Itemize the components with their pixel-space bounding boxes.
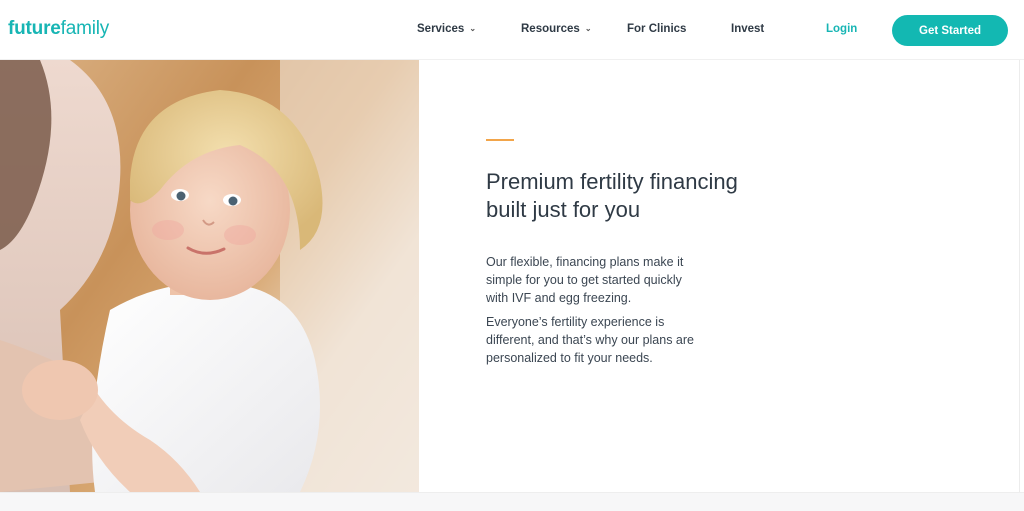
nav-resources-label: Resources [521,23,580,35]
hero-photo [0,60,419,492]
login-label: Login [826,23,858,35]
para1-line1: Our flexible, financing plans make it [486,255,684,269]
next-section-edge [0,492,1024,511]
get-started-label: Get Started [919,24,981,37]
child-photo-illustration [0,60,419,492]
login-link[interactable]: Login [826,23,857,35]
accent-line [486,139,514,141]
nav-for-clinics-label: For Clinics [627,23,687,35]
para2-line3: personalized to fit your needs. [486,351,653,365]
hero-paragraph-1: Our flexible, financing plans make it si… [486,253,736,307]
chevron-down-icon: ⌄ [584,23,592,33]
hero-headline-line2: built just for you [486,197,641,222]
para2-line2: different, and that’s why our plans are [486,333,695,347]
para1-line3: with IVF and egg freezing. [486,291,632,305]
chevron-down-icon: ⌄ [469,23,477,33]
logo-family: family [60,18,110,39]
hero-paragraph-2: Everyone’s fertility experience is diffe… [486,313,736,367]
site-header: future family Services ⌄ Resources ⌄ For … [0,0,1024,60]
content-divider [1019,60,1020,492]
hero-headline-line1: Premium fertility financing [486,169,738,194]
get-started-button[interactable]: Get Started [892,15,1008,46]
hero-headline: Premium fertility financing built just f… [486,168,816,224]
nav-services-label: Services [417,23,465,35]
nav-for-clinics[interactable]: For Clinics [627,23,686,35]
para2-line1: Everyone’s fertility experience is [486,315,665,329]
nav-invest-label: Invest [731,23,765,35]
logo-future: future [8,18,61,39]
nav-invest[interactable]: Invest [731,23,764,35]
logo[interactable]: future family [8,18,109,42]
nav-resources[interactable]: Resources ⌄ [521,23,592,35]
nav-services[interactable]: Services ⌄ [417,23,476,35]
para1-line2: simple for you to get started quickly [486,273,682,287]
